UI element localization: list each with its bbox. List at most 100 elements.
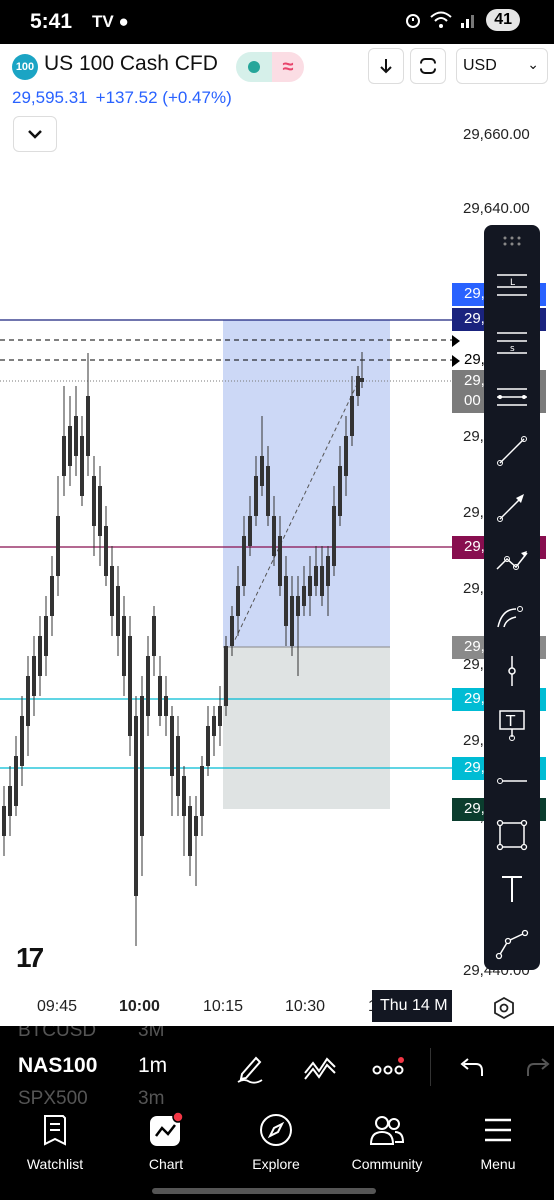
candle-body bbox=[2, 806, 6, 836]
time-axis-label: 10:15 bbox=[203, 998, 244, 1015]
price-axis-label: 29,660.00 bbox=[463, 126, 530, 143]
candle-body bbox=[14, 756, 18, 806]
symbol-logo[interactable]: 100 bbox=[12, 54, 38, 80]
wifi-icon bbox=[430, 11, 452, 28]
nav-community-label: Community bbox=[351, 1156, 423, 1172]
candle-body bbox=[320, 566, 324, 596]
candle-body bbox=[290, 596, 294, 646]
nav-watchlist[interactable]: Watchlist bbox=[0, 1110, 110, 1180]
nav-community[interactable]: Community bbox=[332, 1110, 442, 1180]
home-indicator bbox=[152, 1188, 376, 1194]
trend-line-icon bbox=[497, 436, 527, 466]
symbol-picker-item[interactable]: SPX500 bbox=[18, 1088, 88, 1106]
undo-button[interactable] bbox=[450, 1048, 490, 1088]
sort-down-button[interactable] bbox=[368, 48, 404, 84]
candle-body bbox=[218, 706, 222, 726]
polyline-icon bbox=[495, 929, 529, 960]
path-icon bbox=[496, 551, 528, 570]
long-position-tool[interactable]: L bbox=[490, 263, 534, 307]
candle-body bbox=[230, 616, 234, 646]
nav-menu-icon-wrap bbox=[478, 1110, 518, 1150]
symbol-picker-item[interactable]: BTCUSD bbox=[18, 1026, 96, 1042]
candle-body bbox=[104, 526, 108, 576]
candle-body bbox=[50, 576, 54, 616]
time-axis-label: 10:30 bbox=[285, 998, 326, 1015]
arrow-line-tool[interactable] bbox=[490, 485, 534, 529]
candle-body bbox=[272, 516, 276, 556]
time-axis[interactable]: 09:45 10:00 10:15 10:30 1 Thu 14 M bbox=[0, 986, 554, 1026]
status-right: 41 bbox=[404, 9, 520, 31]
chart-icon bbox=[150, 1112, 184, 1146]
curve-tool[interactable] bbox=[490, 593, 534, 637]
more-options-button[interactable] bbox=[368, 1048, 408, 1088]
collapse-legend-button[interactable] bbox=[13, 116, 57, 152]
market-status-pill[interactable]: ≈ bbox=[236, 52, 304, 82]
candle-body bbox=[200, 766, 204, 816]
curve-icon bbox=[497, 606, 523, 628]
alert-marker-icon bbox=[452, 355, 460, 367]
chart-settings-button[interactable] bbox=[490, 994, 518, 1022]
candle-body bbox=[296, 596, 300, 616]
currency-select[interactable]: USD ⌄ bbox=[456, 48, 548, 84]
more-dots-icon bbox=[372, 1057, 404, 1075]
interval-picker-item[interactable]: 3m bbox=[138, 1088, 164, 1106]
interval-picker-item[interactable]: 3M bbox=[138, 1026, 164, 1042]
drag-handle-icon[interactable] bbox=[502, 235, 522, 247]
vertical-line-tool[interactable] bbox=[490, 649, 534, 693]
candle-body bbox=[164, 696, 168, 716]
fullscreen-button[interactable] bbox=[410, 48, 446, 84]
symbol-title[interactable]: US 100 Cash CFD bbox=[44, 52, 218, 76]
candle-body bbox=[350, 396, 354, 436]
price-change: +137.52 (+0.47%) bbox=[95, 88, 232, 107]
candle-body bbox=[176, 736, 180, 796]
parallel-lines-tool[interactable] bbox=[490, 375, 534, 419]
candle-body bbox=[338, 466, 342, 516]
text-icon bbox=[502, 876, 522, 902]
nav-explore[interactable]: Explore bbox=[221, 1110, 331, 1180]
battery-badge: 41 bbox=[486, 9, 520, 31]
hamburger-menu-icon bbox=[485, 1118, 511, 1142]
position-target-zone bbox=[223, 320, 390, 647]
drawing-tools-button[interactable] bbox=[230, 1048, 270, 1088]
redo-button[interactable] bbox=[520, 1048, 554, 1088]
candle-body bbox=[170, 716, 174, 776]
current-symbol[interactable]: NAS100 bbox=[18, 1054, 97, 1078]
currency-value: USD bbox=[463, 57, 497, 74]
current-interval[interactable]: 1m bbox=[138, 1054, 167, 1078]
nav-chart-icon-wrap bbox=[146, 1110, 186, 1150]
polyline-tool[interactable] bbox=[490, 921, 534, 965]
candle-body bbox=[146, 656, 150, 716]
arrow-down-icon bbox=[380, 59, 392, 74]
chart-area[interactable]: 17 29,660.00 29,640.00 29, 29, 29, 29, 2… bbox=[0, 116, 554, 1026]
rectangle-tool[interactable] bbox=[490, 813, 534, 857]
fullscreen-icon bbox=[419, 58, 437, 74]
long-position-icon: L bbox=[497, 274, 527, 296]
candle-body bbox=[360, 378, 364, 382]
nav-menu[interactable]: Menu bbox=[443, 1110, 553, 1180]
trend-line-tool[interactable] bbox=[490, 429, 534, 473]
price-axis-label: 29, bbox=[463, 732, 484, 749]
nav-explore-icon-wrap bbox=[256, 1110, 296, 1150]
horizontal-ray-tool[interactable] bbox=[490, 759, 534, 803]
indicators-icon bbox=[304, 1057, 336, 1080]
candle-body bbox=[314, 566, 318, 586]
nav-watchlist-label: Watchlist bbox=[26, 1156, 84, 1172]
short-position-tool[interactable]: s bbox=[490, 321, 534, 365]
candle-body bbox=[152, 616, 156, 656]
symbol-header: 100 US 100 Cash CFD ≈ USD ⌄ 29,595.31 +1… bbox=[0, 44, 554, 116]
candle-body bbox=[110, 566, 114, 616]
path-tool[interactable] bbox=[490, 539, 534, 583]
price-axis-label: 29, bbox=[463, 504, 484, 521]
candle-body bbox=[182, 776, 186, 816]
candle-body bbox=[92, 476, 96, 526]
candle-body bbox=[32, 656, 36, 696]
text-tool[interactable] bbox=[490, 867, 534, 911]
text-callout-tool[interactable]: T bbox=[490, 703, 534, 747]
indicators-button[interactable] bbox=[300, 1048, 340, 1088]
vertical-line-icon bbox=[508, 656, 516, 686]
candle-body bbox=[20, 716, 24, 766]
candle-body bbox=[134, 716, 138, 896]
candle-body bbox=[140, 696, 144, 836]
nav-chart[interactable]: Chart bbox=[111, 1110, 221, 1180]
candle-body bbox=[302, 586, 306, 606]
